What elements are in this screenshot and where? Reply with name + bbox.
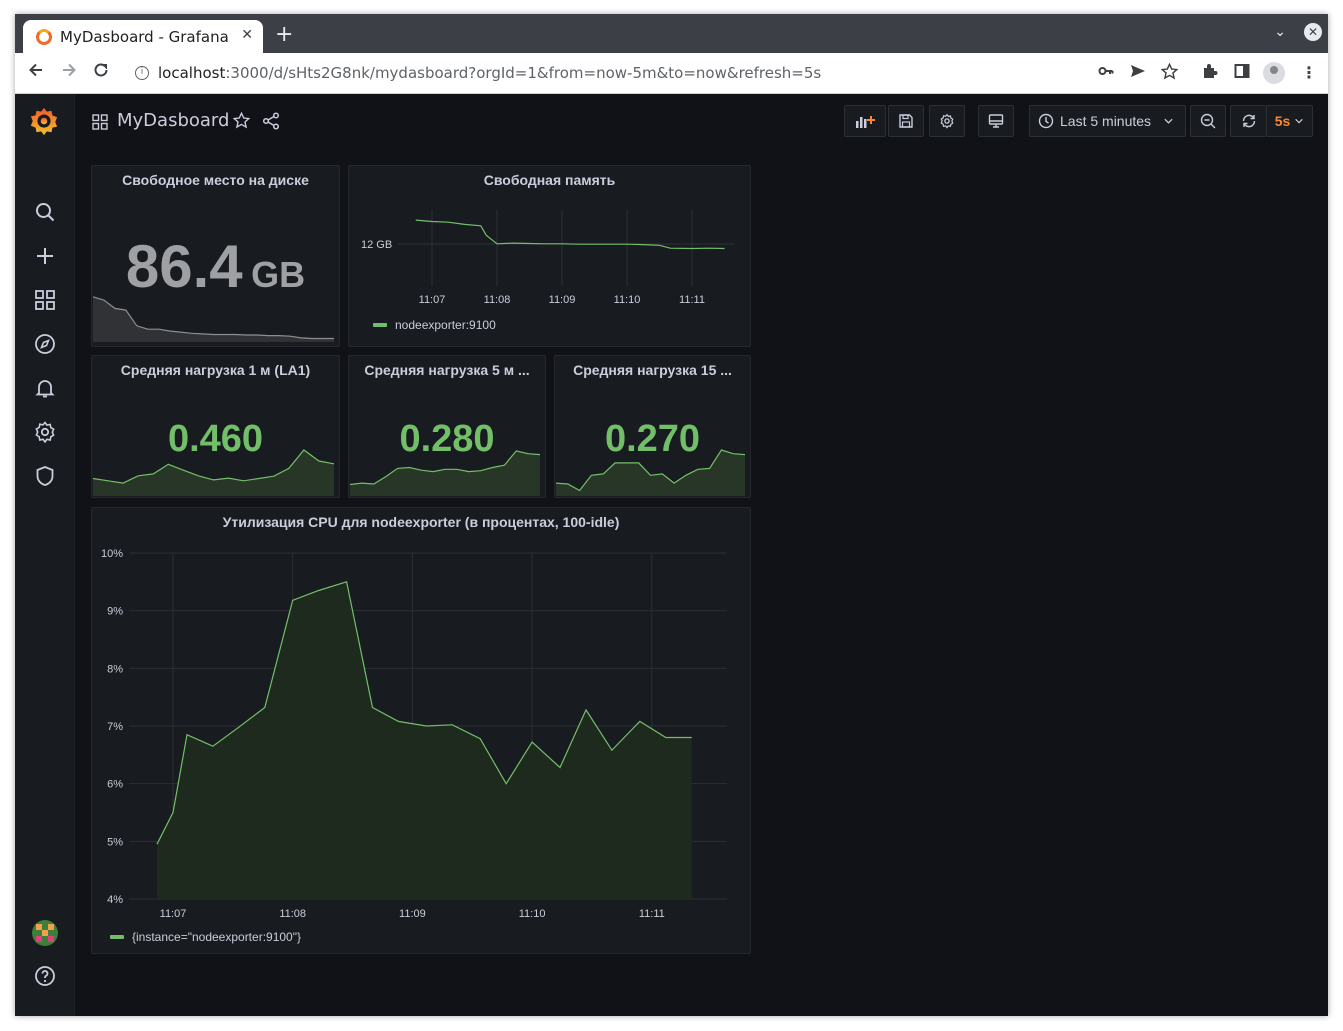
panel-load-1m[interactable]: Средняя нагрузка 1 м (LA1) 0.460 bbox=[91, 355, 340, 498]
back-icon[interactable] bbox=[27, 61, 45, 86]
refresh-button[interactable] bbox=[1230, 105, 1266, 137]
legend-swatch bbox=[373, 323, 387, 327]
server-admin-shield-icon[interactable] bbox=[33, 464, 57, 488]
cpu-y-tick-label: 6% bbox=[107, 779, 123, 791]
favorite-star-icon[interactable] bbox=[232, 111, 251, 134]
window-close-icon[interactable]: ✕ bbox=[1304, 23, 1322, 41]
legend-swatch bbox=[110, 935, 124, 939]
memory-x-tick-label: 11:07 bbox=[419, 294, 446, 306]
cpu-x-tick-label: 11:10 bbox=[519, 908, 546, 920]
tab-search-chevron-icon[interactable]: ⌄ bbox=[1274, 24, 1286, 40]
side-panel-icon[interactable] bbox=[1234, 63, 1250, 83]
disk-unit: GB bbox=[251, 254, 306, 295]
panel-free-memory[interactable]: Свободная память 12 GB 11:07 11:08 11:09 11:… bbox=[348, 165, 751, 347]
refresh-interval-picker[interactable]: 5s bbox=[1266, 105, 1313, 137]
reload-icon[interactable] bbox=[92, 61, 110, 86]
memory-x-tick-label: 11:11 bbox=[679, 294, 705, 306]
grafana-favicon-icon bbox=[36, 28, 52, 45]
la1-value: 0.460 bbox=[167, 418, 264, 460]
memory-x-tick-label: 11:09 bbox=[549, 294, 576, 306]
add-panel-button[interactable] bbox=[844, 105, 886, 137]
memory-legend[interactable]: nodeexporter:9100 bbox=[373, 318, 496, 332]
cpu-chart: 10% 9% 8% 7% 6% 5% 4% 11:07 11:08 11:09 11:10 11:11 bbox=[101, 548, 727, 920]
cpu-x-tick-label: 11:09 bbox=[399, 908, 426, 920]
memory-x-tick-label: 11:10 bbox=[614, 294, 641, 306]
browser-window: MyDasboard - Grafana ✕ + ⌄ ✕ i localhost… bbox=[15, 14, 1328, 1016]
share-icon[interactable] bbox=[262, 112, 280, 130]
cpu-x-tick-label: 11:08 bbox=[279, 908, 306, 920]
create-plus-icon[interactable] bbox=[33, 244, 57, 268]
dashboard-main: MyDasboard Last 5 minutes 5s Свободное м… bbox=[76, 94, 1328, 1016]
address-bar[interactable]: i localhost:3000/d/sHts2G8nk/mydasboard?… bbox=[127, 58, 1167, 88]
cpu-x-tick-label: 11:07 bbox=[160, 908, 187, 920]
panel-load-5m[interactable]: Средняя нагрузка 5 м ... 0.280 bbox=[348, 355, 546, 498]
tab-close-icon[interactable]: ✕ bbox=[241, 27, 253, 43]
memory-x-tick-label: 11:08 bbox=[484, 294, 511, 306]
tab-strip: MyDasboard - Grafana ✕ + ⌄ ✕ bbox=[15, 14, 1328, 53]
browser-toolbar: i localhost:3000/d/sHts2G8nk/mydasboard?… bbox=[15, 53, 1328, 94]
cpu-x-tick-label: 11:11 bbox=[639, 908, 665, 920]
dashboard-settings-button[interactable] bbox=[929, 105, 965, 137]
dashboard-title[interactable]: MyDasboard bbox=[117, 110, 229, 131]
bookmark-star-icon[interactable] bbox=[1160, 62, 1179, 84]
time-range-label: Last 5 minutes bbox=[1060, 113, 1152, 129]
key-icon[interactable] bbox=[1098, 63, 1114, 83]
dashboard-navbar: MyDasboard Last 5 minutes 5s bbox=[76, 94, 1328, 150]
explore-compass-icon[interactable] bbox=[33, 332, 57, 356]
cpu-y-tick-label: 7% bbox=[107, 721, 123, 733]
extensions-icon[interactable] bbox=[1202, 63, 1218, 83]
legend-label: nodeexporter:9100 bbox=[395, 318, 496, 332]
forward-icon[interactable] bbox=[60, 61, 78, 86]
cpu-legend[interactable]: {instance="nodeexporter:9100"} bbox=[110, 930, 301, 944]
dashboard-grid-icon bbox=[92, 114, 108, 130]
cycle-view-mode-button[interactable] bbox=[978, 105, 1014, 137]
grafana-sidemenu bbox=[15, 94, 75, 1016]
profile-avatar-icon[interactable] bbox=[1263, 62, 1285, 84]
la5-value: 0.280 bbox=[399, 418, 495, 460]
memory-y-tick-label: 12 GB bbox=[361, 239, 392, 251]
cpu-y-tick-label: 8% bbox=[107, 663, 123, 675]
save-dashboard-button[interactable] bbox=[888, 105, 924, 137]
chevron-down-icon bbox=[1164, 118, 1173, 124]
clock-icon bbox=[1038, 113, 1054, 129]
send-icon[interactable] bbox=[1130, 63, 1146, 83]
user-avatar[interactable] bbox=[32, 920, 58, 946]
cpu-y-tick-label: 4% bbox=[107, 894, 123, 906]
browser-menu-icon[interactable]: ⋮ bbox=[1301, 63, 1317, 82]
chevron-down-icon bbox=[1295, 118, 1304, 124]
site-info-icon[interactable]: i bbox=[135, 66, 149, 80]
legend-label: {instance="nodeexporter:9100"} bbox=[132, 930, 301, 944]
panel-load-15m[interactable]: Средняя нагрузка 15 ... 0.270 bbox=[554, 355, 751, 498]
refresh-interval-label: 5s bbox=[1274, 113, 1291, 129]
alerting-bell-icon[interactable] bbox=[33, 376, 57, 400]
url-text: localhost:3000/d/sHts2G8nk/mydasboard?or… bbox=[158, 64, 821, 82]
url-path: :3000/d/sHts2G8nk/mydasboard?orgId=1&fro… bbox=[225, 64, 822, 82]
la15-value: 0.270 bbox=[604, 418, 701, 460]
disk-spark-area bbox=[93, 296, 334, 342]
panel-disk-free[interactable]: Свободное место на диске 86.4 GB bbox=[91, 165, 340, 347]
cpu-y-tick-label: 5% bbox=[107, 836, 123, 848]
cpu-series-area bbox=[157, 581, 692, 899]
disk-stat-value: 86.4 GB bbox=[92, 232, 339, 301]
url-host: localhost bbox=[158, 64, 226, 82]
configuration-gear-icon[interactable] bbox=[33, 420, 57, 444]
cpu-y-tick-label: 9% bbox=[107, 606, 123, 618]
dashboards-grid-icon[interactable] bbox=[33, 288, 57, 312]
new-tab-icon[interactable]: + bbox=[275, 22, 293, 48]
cpu-y-tick-label: 10% bbox=[101, 548, 123, 560]
disk-value: 86.4 bbox=[125, 233, 243, 300]
grafana-logo-icon[interactable] bbox=[29, 106, 59, 136]
panel-cpu-utilization[interactable]: Утилизация CPU для nodeexporter (в проце… bbox=[91, 507, 751, 954]
tab-title: MyDasboard - Grafana bbox=[60, 27, 229, 46]
help-icon[interactable] bbox=[33, 964, 57, 988]
zoom-out-button[interactable] bbox=[1190, 105, 1226, 137]
search-icon[interactable] bbox=[33, 200, 57, 224]
browser-tab[interactable]: MyDasboard - Grafana ✕ bbox=[23, 20, 263, 53]
time-range-picker[interactable]: Last 5 minutes bbox=[1029, 105, 1186, 137]
